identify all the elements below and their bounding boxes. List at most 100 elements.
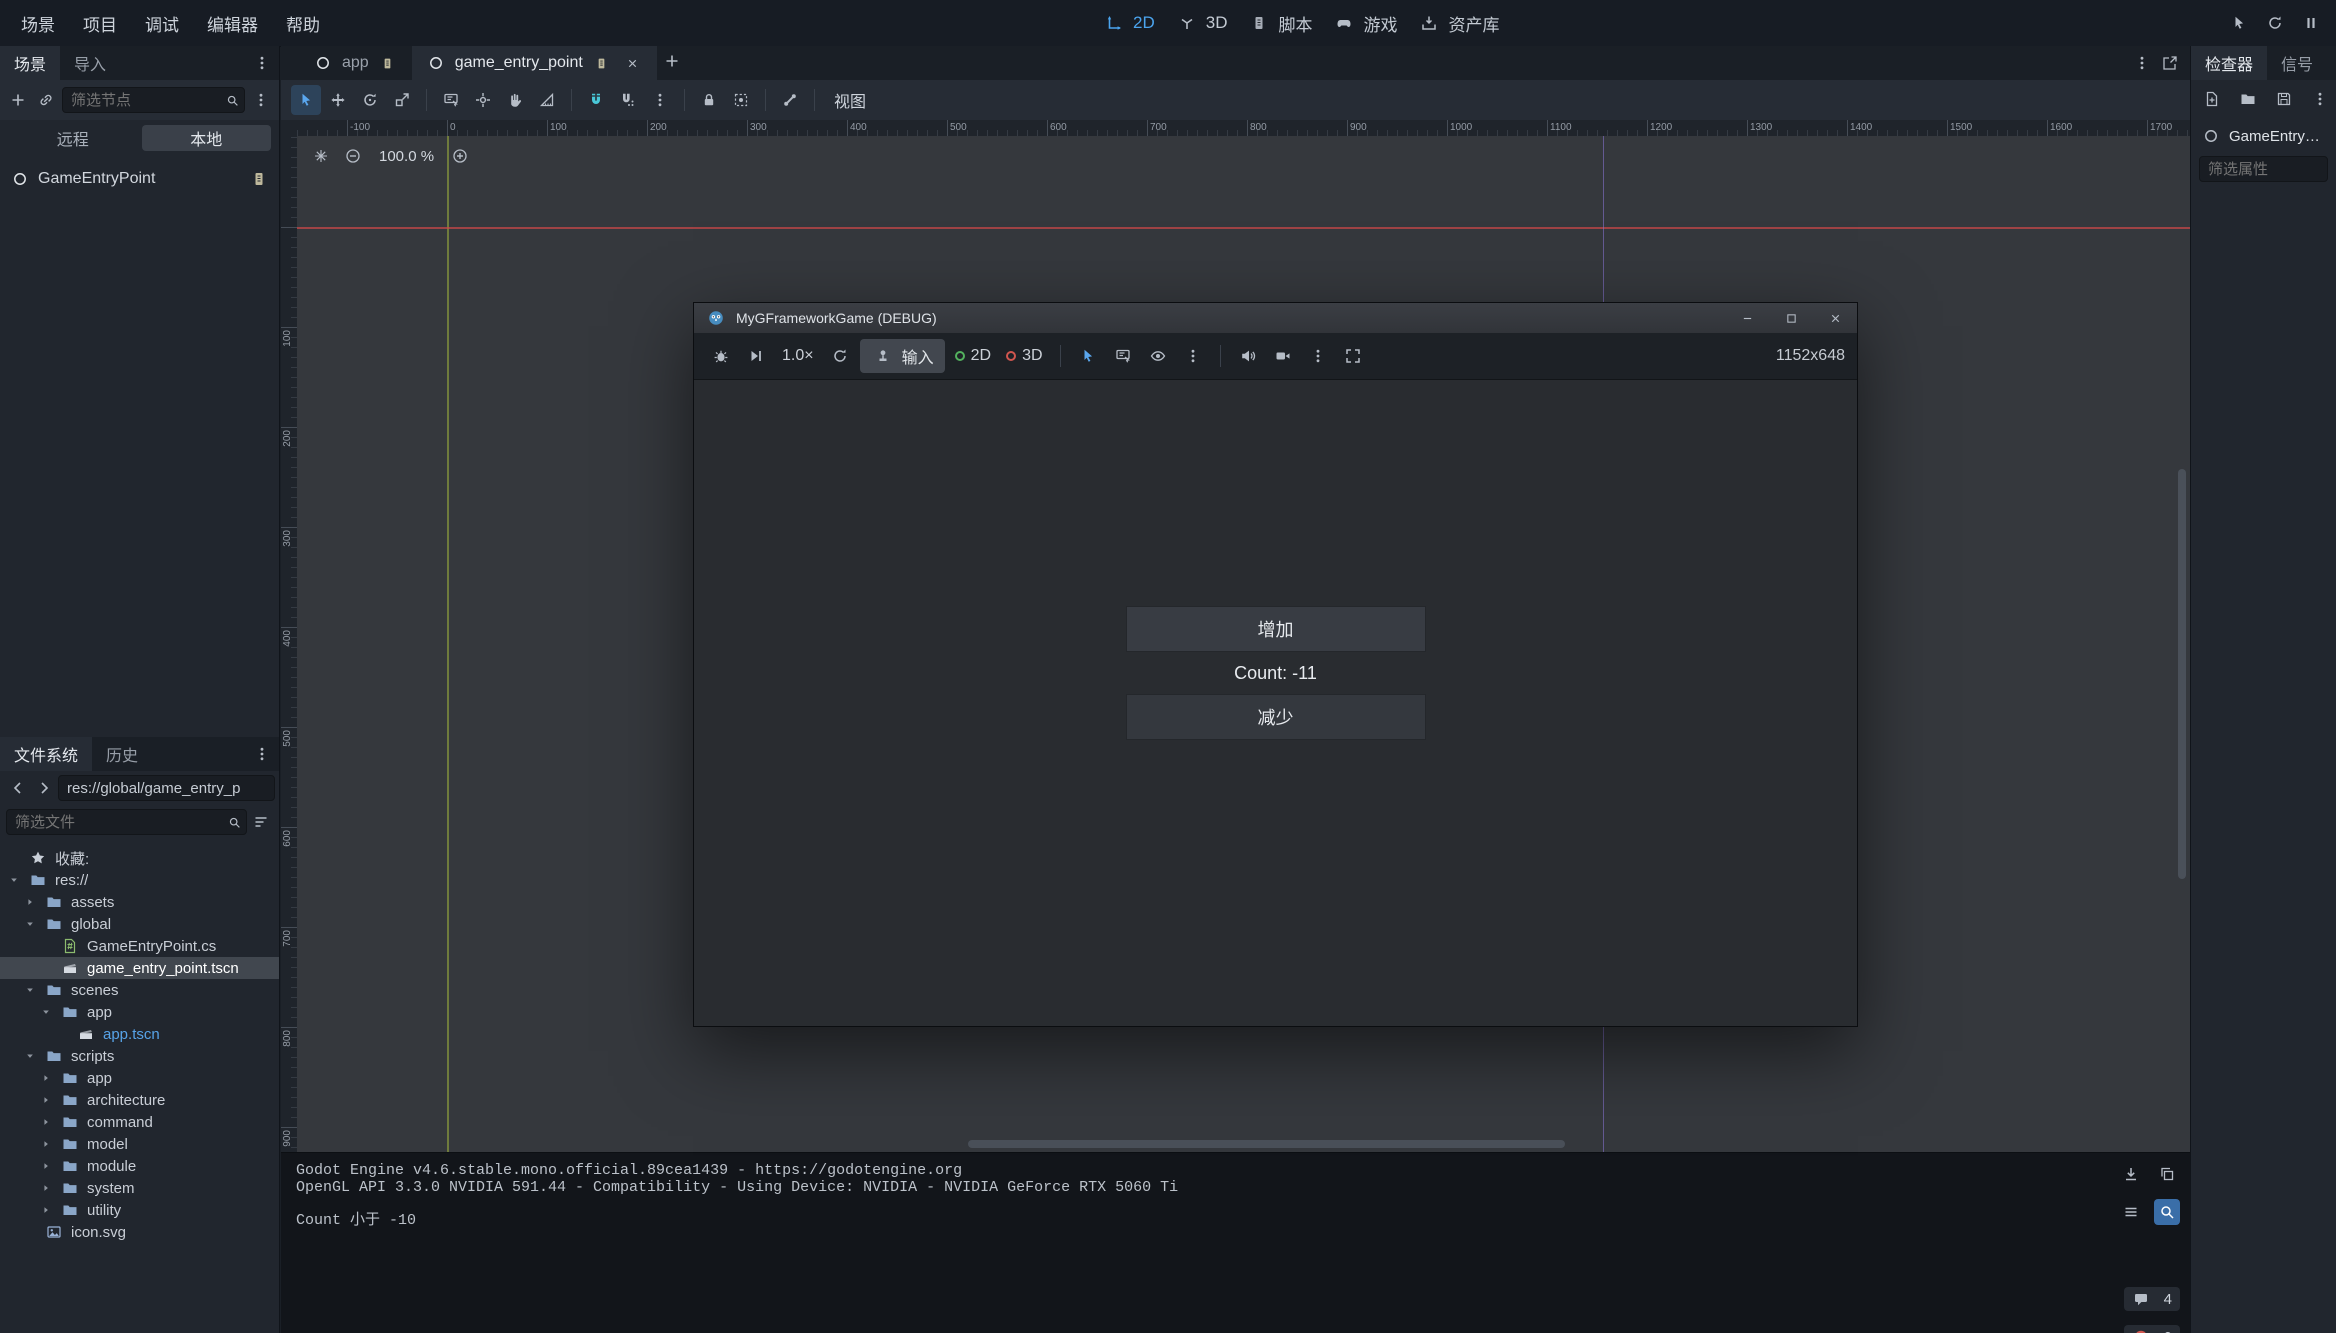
tab-scene[interactable]: 场景: [0, 46, 60, 80]
ruler-mode-button[interactable]: [532, 85, 562, 115]
tab-inspector[interactable]: 检查器: [2191, 46, 2267, 80]
skeleton-options-button[interactable]: [775, 85, 805, 115]
file-tree-item[interactable]: GameEntryPoint.cs: [0, 935, 279, 957]
file-tree-item[interactable]: app: [0, 1001, 279, 1023]
grid-snap-button[interactable]: [613, 85, 643, 115]
error-count-badge[interactable]: 0: [2124, 1325, 2180, 1333]
scale-mode-button[interactable]: [387, 85, 417, 115]
zoom-reset-button[interactable]: 100.0 %: [373, 146, 440, 167]
debug-restart-button[interactable]: [2260, 8, 2290, 38]
expand-arrow-icon[interactable]: [38, 1183, 53, 1193]
filter-properties-input[interactable]: [2199, 156, 2328, 182]
scene-dock-menu-button[interactable]: [247, 48, 277, 78]
move-mode-button[interactable]: [323, 85, 353, 115]
snap-options-button[interactable]: [645, 85, 675, 115]
remote-button[interactable]: 远程: [8, 125, 138, 151]
file-tree-item[interactable]: command: [0, 1111, 279, 1133]
collapse-arrow-icon[interactable]: [22, 1051, 37, 1061]
collapse-arrow-icon[interactable]: [6, 875, 21, 885]
scene-tab-app[interactable]: app: [299, 46, 412, 80]
file-tree-item[interactable]: app: [0, 1067, 279, 1089]
speed-scale-label[interactable]: 1.0×: [776, 347, 820, 365]
debug-pause-button[interactable]: [2296, 8, 2326, 38]
file-tree-item[interactable]: icon.svg: [0, 1221, 279, 1243]
file-tree-item[interactable]: 收藏:: [0, 847, 279, 869]
file-tree-item[interactable]: module: [0, 1155, 279, 1177]
local-button[interactable]: 本地: [142, 125, 272, 151]
save-resource-button[interactable]: [2269, 84, 2299, 114]
nav-back-button[interactable]: [6, 776, 30, 800]
nav-forward-button[interactable]: [32, 776, 56, 800]
expand-arrow-icon[interactable]: [38, 1095, 53, 1105]
increase-button[interactable]: 增加: [1126, 606, 1426, 652]
inspector-tools-menu-button[interactable]: [2305, 84, 2335, 114]
search-output-button[interactable]: [2154, 1199, 2180, 1225]
filter-files-input[interactable]: [6, 809, 247, 835]
menu-scene[interactable]: 场景: [8, 6, 68, 41]
inspector-node-header[interactable]: GameEntryPoint: [2191, 118, 2336, 154]
reset-time-scale-button[interactable]: [825, 341, 855, 371]
menu-project[interactable]: 项目: [70, 6, 130, 41]
mode-2d-button[interactable]: 2D: [950, 347, 996, 365]
file-tree-item[interactable]: system: [0, 1177, 279, 1199]
file-tree-item[interactable]: global: [0, 913, 279, 935]
inspector-menu-button[interactable]: [2327, 48, 2336, 78]
view-menu-button[interactable]: 视图: [824, 84, 876, 116]
load-resource-button[interactable]: [2233, 84, 2263, 114]
sort-files-button[interactable]: [249, 810, 273, 834]
workspace-assetlib[interactable]: 资产库: [1417, 11, 1499, 36]
debug-menu-button[interactable]: [706, 341, 736, 371]
camera-override-button[interactable]: [1268, 341, 1298, 371]
minimize-button[interactable]: [1725, 303, 1769, 333]
filesystem-menu-button[interactable]: [247, 739, 277, 769]
list-select-button[interactable]: [436, 85, 466, 115]
debug-pick-button[interactable]: [2224, 8, 2254, 38]
rotate-mode-button[interactable]: [355, 85, 385, 115]
selection-list-button[interactable]: [1108, 341, 1138, 371]
file-tree-item[interactable]: game_entry_point.tscn: [0, 957, 279, 979]
workspace-3d[interactable]: 3D: [1175, 11, 1228, 35]
pan-mode-button[interactable]: [500, 85, 530, 115]
file-tree-item[interactable]: app.tscn: [0, 1023, 279, 1045]
vertical-scrollbar[interactable]: [2176, 136, 2188, 1152]
group-node-button[interactable]: [726, 85, 756, 115]
menu-editor[interactable]: 编辑器: [194, 6, 271, 41]
expand-arrow-icon[interactable]: [38, 1073, 53, 1083]
horizontal-scrollbar-thumb[interactable]: [968, 1140, 1565, 1148]
edit-pivot-button[interactable]: [468, 85, 498, 115]
scene-tabs-menu-button[interactable]: [2130, 51, 2154, 75]
expand-arrow-icon[interactable]: [38, 1205, 53, 1215]
expand-arrow-icon[interactable]: [38, 1139, 53, 1149]
close-tab-icon[interactable]: [621, 51, 645, 75]
current-path-input[interactable]: [58, 775, 275, 801]
new-resource-button[interactable]: [2197, 84, 2227, 114]
mute-audio-button[interactable]: [1233, 341, 1263, 371]
scene-tree-menu-button[interactable]: [249, 88, 273, 112]
input-mode-button[interactable]: 输入: [860, 339, 945, 373]
workspace-script[interactable]: 脚本: [1247, 11, 1312, 36]
scene-tree-item[interactable]: GameEntryPoint: [0, 166, 279, 192]
menu-help[interactable]: 帮助: [273, 6, 333, 41]
tab-signals[interactable]: 信号: [2267, 46, 2327, 80]
smart-snap-button[interactable]: [581, 85, 611, 115]
close-button[interactable]: [1813, 303, 1857, 333]
expand-editor-button[interactable]: [2158, 51, 2182, 75]
expand-arrow-icon[interactable]: [38, 1117, 53, 1127]
tab-filesystem[interactable]: 文件系统: [0, 737, 92, 771]
file-tree-item[interactable]: architecture: [0, 1089, 279, 1111]
collapse-arrow-icon[interactable]: [22, 919, 37, 929]
file-tree-item[interactable]: model: [0, 1133, 279, 1155]
scroll-bottom-button[interactable]: [2118, 1161, 2144, 1187]
horizontal-scrollbar[interactable]: [297, 1138, 2190, 1150]
collapse-duplicates-button[interactable]: [2118, 1199, 2144, 1225]
add-node-button[interactable]: [6, 88, 30, 112]
file-tree-item[interactable]: scenes: [0, 979, 279, 1001]
selection-options-button[interactable]: [1178, 341, 1208, 371]
add-scene-tab-button[interactable]: [657, 46, 687, 76]
file-tree-item[interactable]: scripts: [0, 1045, 279, 1067]
zoom-in-button[interactable]: [448, 144, 472, 168]
filter-nodes-input[interactable]: [62, 87, 245, 113]
game-window-titlebar[interactable]: MyGFrameworkGame (DEBUG): [694, 303, 1857, 333]
collapse-arrow-icon[interactable]: [22, 985, 37, 995]
decrease-button[interactable]: 减少: [1126, 694, 1426, 740]
